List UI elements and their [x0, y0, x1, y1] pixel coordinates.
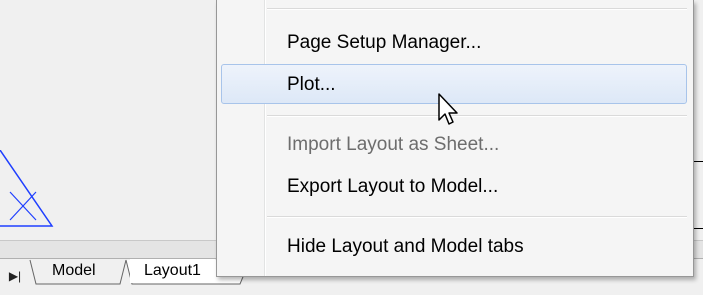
- menu-item-import-layout-as-sheet: Import Layout as Sheet...: [221, 124, 687, 164]
- menu-item-label: Page Setup Manager...: [287, 32, 482, 53]
- menu-item-hide-layout-and-model-tabs[interactable]: Hide Layout and Model tabs: [221, 226, 687, 266]
- mouse-pointer-icon: [438, 93, 458, 125]
- menu-separator: [267, 115, 687, 116]
- tab-model[interactable]: Model: [38, 259, 110, 283]
- menu-separator: [267, 216, 687, 217]
- menu-item-label: Import Layout as Sheet...: [287, 134, 500, 155]
- last-tab-nav-icon[interactable]: ▶|: [6, 266, 24, 286]
- tab-layout1[interactable]: Layout1: [130, 259, 215, 283]
- menu-item-label: Hide Layout and Model tabs: [287, 236, 524, 257]
- triangle-sketch: [0, 150, 54, 227]
- tab-context-menu: Page Setup Manager... Plot... Import Lay…: [216, 0, 694, 277]
- menu-item-page-setup-manager[interactable]: Page Setup Manager...: [221, 22, 687, 62]
- menu-item-label: Export Layout to Model...: [287, 176, 499, 197]
- menu-item-export-layout-to-model[interactable]: Export Layout to Model...: [221, 166, 687, 206]
- menu-item-label: Plot...: [287, 74, 336, 95]
- menu-separator: [267, 8, 687, 9]
